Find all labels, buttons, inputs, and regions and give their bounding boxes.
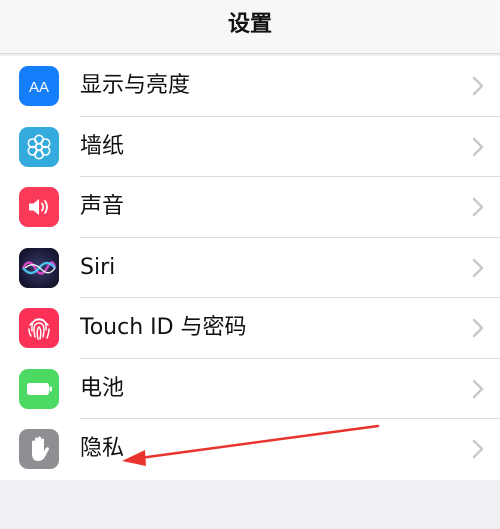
settings-row-siri[interactable]: Siri bbox=[0, 238, 500, 298]
settings-row-label: Siri bbox=[80, 254, 116, 280]
settings-row-battery[interactable]: 电池 bbox=[0, 359, 500, 419]
list-footer-background bbox=[0, 482, 500, 529]
chevron-right-icon bbox=[472, 258, 484, 278]
page-title: 设置 bbox=[227, 12, 272, 37]
wallpaper-flower-icon bbox=[19, 126, 59, 167]
settings-row-touch-id[interactable]: Touch ID 与密码 bbox=[0, 298, 500, 359]
settings-row-label: 隐私 bbox=[80, 436, 125, 461]
chevron-right-icon bbox=[472, 197, 484, 217]
settings-row-label: 显示与亮度 bbox=[80, 73, 191, 98]
chevron-right-icon bbox=[472, 137, 484, 157]
settings-row-privacy[interactable]: 隐私 bbox=[0, 419, 500, 480]
settings-list: AA 显示与亮度 墙纸 声音 Siri Touch ID 与密码 电池 隐私 bbox=[0, 56, 500, 480]
settings-row-label: Touch ID 与密码 bbox=[80, 315, 247, 340]
siri-icon bbox=[19, 247, 59, 288]
speaker-icon bbox=[19, 187, 59, 227]
settings-row-wallpaper[interactable]: 墙纸 bbox=[0, 117, 500, 177]
settings-row-sounds[interactable]: 声音 bbox=[0, 177, 500, 238]
settings-row-label: 墙纸 bbox=[80, 133, 125, 159]
chevron-right-icon bbox=[472, 318, 484, 338]
settings-row-label: 声音 bbox=[80, 194, 125, 219]
battery-icon bbox=[19, 368, 59, 409]
fingerprint-icon bbox=[19, 308, 59, 348]
settings-row-label: 电池 bbox=[80, 375, 125, 401]
settings-row-display-brightness[interactable]: AA 显示与亮度 bbox=[0, 56, 500, 117]
display-brightness-icon: AA bbox=[19, 66, 59, 106]
hand-privacy-icon bbox=[19, 429, 59, 469]
chevron-right-icon bbox=[472, 439, 484, 459]
svg-text:AA: AA bbox=[29, 79, 49, 96]
chevron-right-icon bbox=[472, 76, 484, 96]
navigation-bar: 设置 bbox=[0, 0, 500, 54]
chevron-right-icon bbox=[472, 379, 484, 399]
